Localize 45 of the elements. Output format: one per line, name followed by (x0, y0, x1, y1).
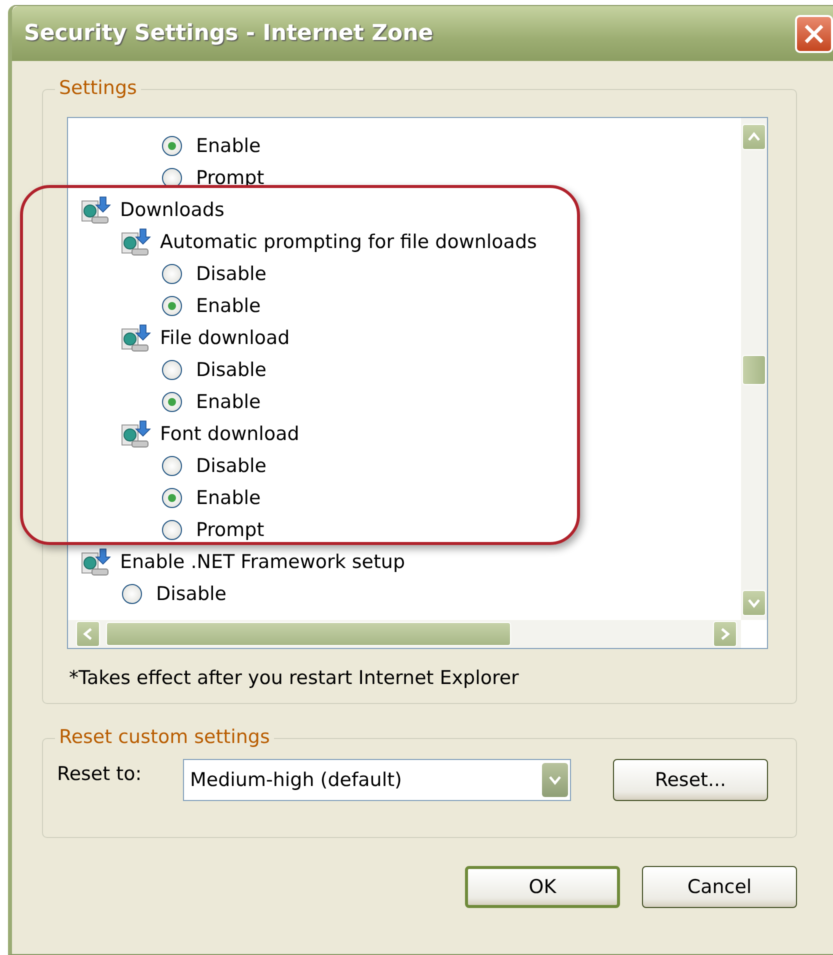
dialog-button[interactable]: OK (465, 866, 620, 908)
option-label: Disable (156, 583, 226, 605)
vertical-scrollbar[interactable] (741, 118, 767, 620)
option-label: Prompt (196, 519, 264, 541)
option-label: Enable (196, 487, 261, 509)
dialog-button[interactable]: Cancel (642, 866, 797, 908)
scroll-thumb[interactable] (742, 355, 766, 385)
download-settings-icon (120, 419, 152, 449)
download-settings-icon (120, 227, 152, 257)
radio-button[interactable] (162, 136, 182, 156)
radio-button[interactable] (162, 456, 182, 476)
radio-button[interactable] (162, 296, 182, 316)
option-label: Enable (196, 391, 261, 413)
close-icon (803, 22, 825, 44)
close-button[interactable] (795, 14, 833, 52)
setting-label: Automatic prompting for file downloads (160, 231, 537, 253)
option-label: Prompt (196, 167, 264, 189)
reset-button[interactable]: Reset... (613, 759, 768, 801)
option-label: Disable (196, 359, 266, 381)
option-label: Disable (196, 263, 266, 285)
radio-button[interactable] (162, 360, 182, 380)
download-settings-icon (120, 323, 152, 353)
option-label: Enable (196, 135, 261, 157)
restart-note: *Takes effect after you restart Internet Explorer (69, 667, 520, 689)
radio-button[interactable] (162, 392, 182, 412)
reset-to-label: Reset to: (57, 763, 143, 785)
option-label: Disable (196, 455, 266, 477)
download-settings-icon (80, 195, 112, 225)
option-label: Enable (196, 295, 261, 317)
group-label: Settings (55, 77, 141, 99)
radio-button[interactable] (122, 584, 142, 604)
setting-label: Downloads (120, 199, 224, 221)
dropdown-button[interactable] (542, 763, 568, 797)
radio-button[interactable] (162, 520, 182, 540)
level-dropdown[interactable]: Medium-high (default) (183, 759, 571, 801)
setting-label: Enable .NET Framework setup (120, 551, 406, 573)
horizontal-scrollbar[interactable] (68, 620, 741, 648)
group-label: Reset custom settings (55, 726, 274, 748)
radio-button[interactable] (162, 264, 182, 284)
radio-button[interactable] (162, 488, 182, 508)
setting-label: Font download (160, 423, 300, 445)
scroll-thumb[interactable] (106, 622, 511, 646)
setting-label: File download (160, 327, 290, 349)
download-settings-icon (80, 547, 112, 577)
window-title: Security Settings - Internet Zone (24, 21, 434, 46)
